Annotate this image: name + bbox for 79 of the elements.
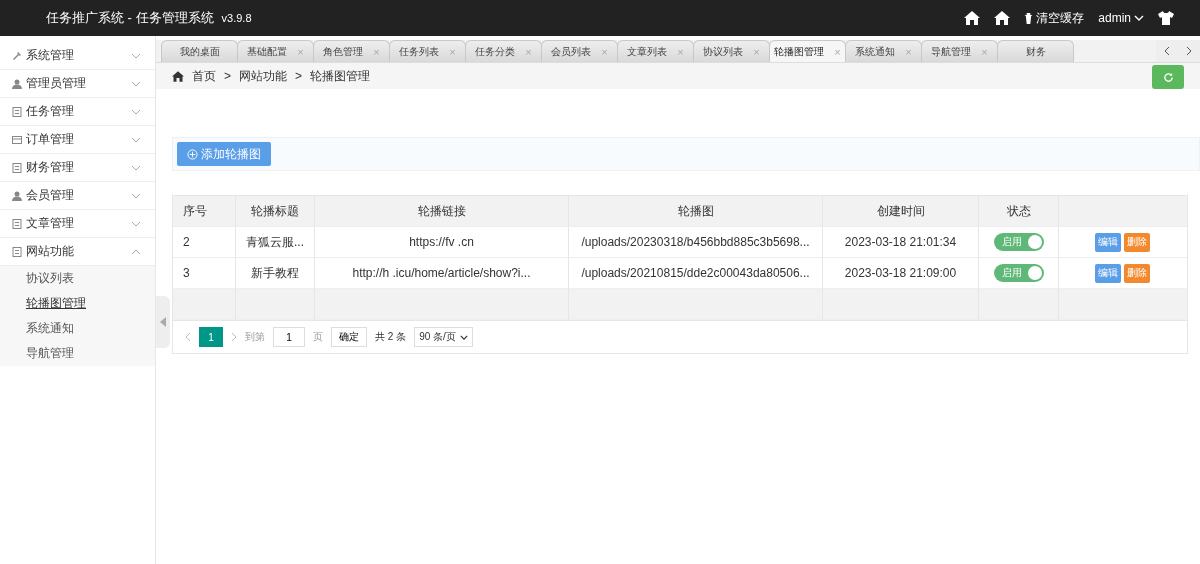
tab[interactable]: 财务: [997, 40, 1074, 62]
breadcrumb-separator: >: [295, 69, 303, 83]
tab[interactable]: 导航管理 ×: [921, 40, 998, 62]
table-cell: 新手教程: [251, 264, 299, 282]
table-cell: http://h .icu/home/article/show?i...: [352, 266, 531, 280]
home-icon[interactable]: [964, 11, 981, 25]
chevron-icon: [131, 52, 141, 59]
home-icon: [172, 70, 184, 82]
chevron-icon: [131, 108, 141, 115]
list-icon: [12, 162, 22, 173]
sidebar-item[interactable]: 订单管理: [0, 126, 155, 154]
confirm-button[interactable]: 确定: [331, 327, 367, 347]
sidebar-item[interactable]: 系统管理: [0, 42, 155, 70]
column-header: 轮播标题: [251, 202, 299, 220]
clear-cache-button[interactable]: 清空缓存: [1024, 9, 1085, 27]
breadcrumb-link[interactable]: 网站功能: [239, 67, 287, 85]
sidebar-item[interactable]: 任务管理: [0, 98, 155, 126]
table-cell: 2023-03-18 21:01:34: [844, 235, 957, 249]
table-cell: 2: [183, 235, 190, 249]
tab[interactable]: 任务列表 ×: [389, 40, 466, 62]
page-size-select[interactable]: 90 条/页: [414, 327, 473, 347]
chevron-icon: [131, 220, 141, 227]
list-icon: [12, 246, 22, 257]
caret-left-icon: [160, 317, 166, 327]
chevron-down-icon: [459, 334, 468, 340]
breadcrumb-link[interactable]: 轮播图管理: [310, 67, 371, 85]
tab[interactable]: 会员列表 ×: [541, 40, 618, 62]
list-icon: [12, 106, 22, 117]
page-unit-label: 页: [313, 330, 323, 344]
app-title: 任务推广系统 - 任务管理系统: [46, 9, 214, 27]
collapse-handle[interactable]: [156, 296, 170, 348]
column-header: 状态: [1006, 202, 1031, 220]
sidebar-item[interactable]: 财务管理: [0, 154, 155, 182]
page-button[interactable]: 1: [199, 327, 223, 347]
breadcrumb-link[interactable]: 首页: [192, 67, 216, 85]
chevron-right-icon[interactable]: [1186, 46, 1192, 56]
tools-icon: [12, 50, 22, 61]
tab[interactable]: 系统通知 ×: [845, 40, 922, 62]
chevron-icon: [131, 192, 141, 199]
column-header: 序号: [183, 202, 207, 220]
goto-label: 到第: [245, 330, 265, 344]
tab[interactable]: 我的桌面: [161, 40, 238, 62]
home-icon[interactable]: [994, 11, 1011, 25]
user-menu[interactable]: admin: [1098, 11, 1144, 25]
tab[interactable]: 文章列表 ×: [617, 40, 694, 62]
tab[interactable]: 轮播图管理 ×: [769, 40, 846, 62]
chevron-left-icon[interactable]: [1164, 46, 1170, 56]
total-count: 共 2 条: [375, 330, 407, 344]
tab[interactable]: 任务分类 ×: [465, 40, 542, 62]
tab[interactable]: 基础配置 ×: [237, 40, 314, 62]
table-cell: 3: [183, 266, 190, 280]
table-cell: /uploads/20210815/dde2c00043da80506...: [581, 266, 810, 280]
user-icon: [12, 78, 22, 89]
column-header: 轮播链接: [417, 202, 466, 220]
chevron-icon: [131, 80, 141, 87]
table-cell: 2023-03-18 21:09:00: [844, 266, 957, 280]
plus-circle-icon: [187, 148, 198, 160]
chevron-down-icon: [1134, 15, 1144, 21]
table-cell: 青狐云服...: [246, 233, 304, 251]
trash-icon: [1024, 12, 1034, 24]
window-icon: [12, 134, 22, 145]
refresh-icon: [1162, 71, 1174, 83]
sidebar-item[interactable]: 会员管理: [0, 182, 155, 210]
tab[interactable]: 角色管理 ×: [313, 40, 390, 62]
list-icon: [12, 218, 22, 229]
chevron-icon: [131, 136, 141, 143]
table-cell: /uploads/20230318/b456bbd885c3b5698...: [581, 235, 810, 249]
sidebar-item[interactable]: 管理员管理: [0, 70, 155, 98]
column-header: 轮播图: [677, 202, 714, 220]
breadcrumb-separator: >: [224, 69, 231, 83]
column-header: 创建时间: [876, 202, 925, 220]
table-cell: https://fv .cn: [409, 235, 474, 249]
tab[interactable]: 协议列表 ×: [693, 40, 770, 62]
chevron-icon: [131, 248, 141, 255]
user-icon: [12, 190, 22, 201]
chevron-icon: [131, 164, 141, 171]
version-label: v3.9.8: [221, 12, 252, 24]
shirt-icon[interactable]: [1158, 11, 1174, 25]
page-input[interactable]: 1: [273, 327, 305, 347]
